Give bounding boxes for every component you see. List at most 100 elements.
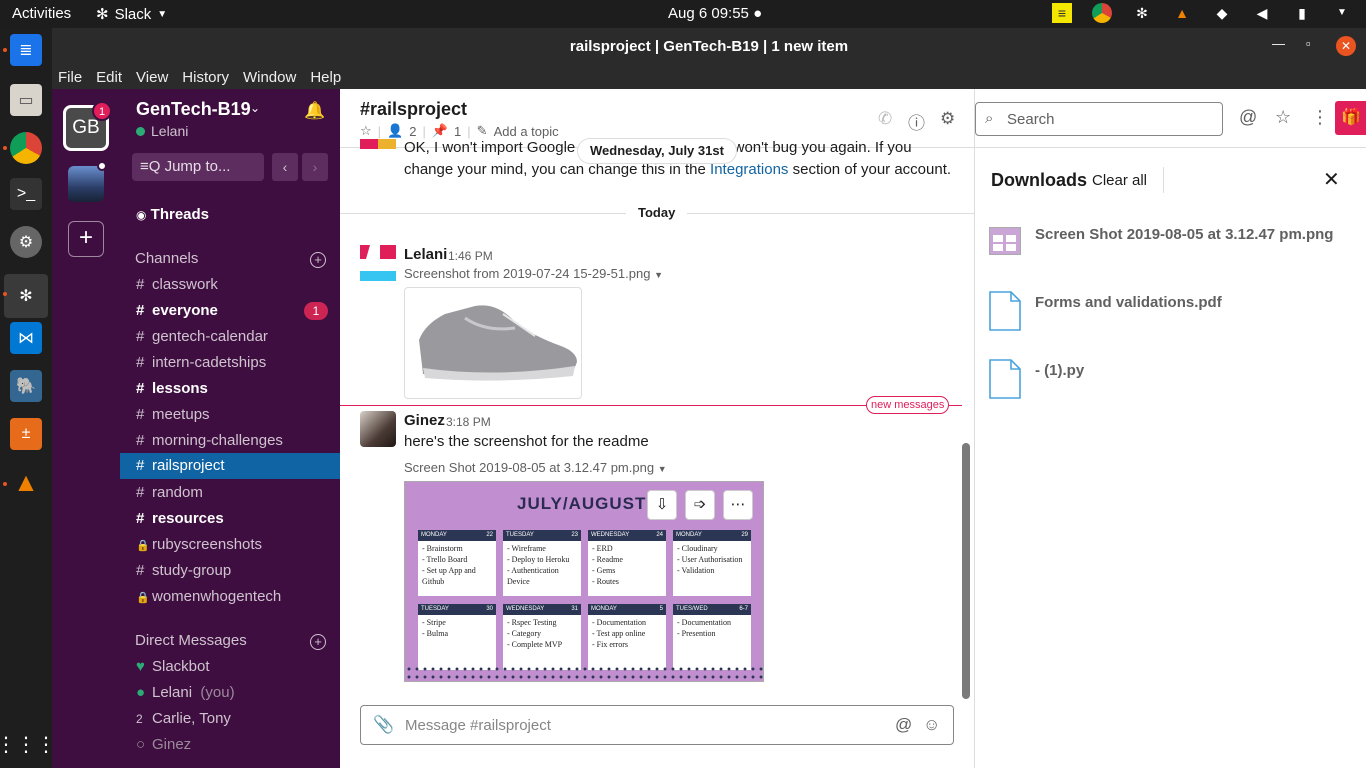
avatar-lelani[interactable] bbox=[360, 245, 396, 281]
info-icon[interactable]: ⓘ bbox=[908, 109, 925, 134]
clock[interactable]: Aug 6 09:55 ● bbox=[668, 5, 762, 22]
scrollbar[interactable] bbox=[962, 443, 970, 699]
date-pill[interactable]: Wednesday, July 31st bbox=[578, 139, 736, 163]
avatar-ginez[interactable] bbox=[360, 411, 396, 447]
share-icon[interactable]: ➩ bbox=[685, 490, 715, 520]
message-time[interactable]: 3:18 PM bbox=[446, 415, 491, 429]
sidebar-item-study-group[interactable]: # study-group bbox=[120, 558, 340, 584]
more-vertical-icon[interactable]: ⋮ bbox=[1311, 107, 1329, 128]
message-time[interactable]: 1:46 PM bbox=[448, 249, 493, 263]
sidebar-item-intern-cadetships[interactable]: # intern-cadetships bbox=[120, 350, 340, 376]
image-attachment-shoe[interactable] bbox=[404, 287, 582, 399]
download-item[interactable]: - (1).py bbox=[989, 359, 1359, 399]
chevron-down-icon[interactable]: ⌄ bbox=[250, 101, 260, 115]
author-ginez[interactable]: Ginez bbox=[404, 412, 445, 429]
chrome-icon[interactable] bbox=[1092, 3, 1112, 23]
members-icon[interactable]: 👤 bbox=[387, 123, 403, 139]
file-name[interactable]: Screen Shot 2019-08-05 at 3.12.47 pm.png… bbox=[404, 460, 667, 475]
add-dm-icon[interactable]: + bbox=[310, 634, 326, 650]
vlc-dock-icon[interactable]: ▲ bbox=[10, 466, 42, 498]
integrations-link[interactable]: Integrations bbox=[710, 161, 788, 178]
close-window-icon[interactable]: ✕ bbox=[1336, 36, 1356, 56]
menu-view[interactable]: View bbox=[136, 69, 168, 86]
gear-icon[interactable]: ⚙ bbox=[940, 109, 955, 129]
bell-icon[interactable]: 🔔 bbox=[304, 101, 325, 121]
sidebar-item-lessons[interactable]: # lessons bbox=[120, 376, 340, 402]
menu-edit[interactable]: Edit bbox=[96, 69, 122, 86]
star-icon[interactable]: ☆ bbox=[360, 123, 372, 139]
slack-tray-icon[interactable]: ✻ bbox=[1132, 3, 1152, 23]
sidebar-item-meetups[interactable]: # meetups bbox=[120, 402, 340, 428]
sidebar-item-classwork[interactable]: # classwork bbox=[120, 272, 340, 298]
add-channel-icon[interactable]: + bbox=[310, 252, 326, 268]
dm-lelani[interactable]: ● Lelani (you) bbox=[120, 680, 340, 706]
volume-icon[interactable]: ◀ bbox=[1252, 3, 1272, 23]
activities-button[interactable]: Activities bbox=[12, 5, 71, 22]
author-lelani[interactable]: Lelani bbox=[404, 246, 447, 263]
phone-icon[interactable]: ✆ bbox=[878, 109, 892, 129]
star-icon[interactable]: ☆ bbox=[1275, 107, 1291, 128]
sidebar-item-everyone[interactable]: # everyone 1 bbox=[120, 298, 340, 324]
dm-ginez[interactable]: ○ Ginez bbox=[120, 732, 340, 758]
minimize-icon[interactable]: — bbox=[1272, 36, 1285, 51]
menu-help[interactable]: Help bbox=[310, 69, 341, 86]
app-menu[interactable]: ✻ Slack ▼ bbox=[96, 5, 167, 24]
sidebar-item-womenwhogentech[interactable]: 🔒 womenwhogentech bbox=[120, 584, 340, 610]
sidebar-item-morning-challenges[interactable]: # morning-challenges bbox=[120, 428, 340, 454]
forward-button[interactable]: › bbox=[302, 153, 328, 181]
file-name[interactable]: Screenshot from 2019-07-24 15-29-51.png … bbox=[404, 266, 663, 281]
close-icon[interactable]: ✕ bbox=[1323, 167, 1340, 192]
calendar-cell: TUESDAY 23- Wireframe - Deploy to Heroku … bbox=[503, 530, 581, 596]
clear-all-button[interactable]: Clear all bbox=[1092, 172, 1147, 189]
document-app-icon[interactable]: ≣ bbox=[10, 34, 42, 66]
sidebar-item-resources[interactable]: # resources bbox=[120, 506, 340, 532]
channel-title[interactable]: #railsproject bbox=[360, 99, 467, 120]
dm-slackbot[interactable]: ♥ Slackbot bbox=[120, 654, 340, 680]
gift-icon[interactable]: 🎁 bbox=[1335, 101, 1366, 135]
mention-icon[interactable]: @ bbox=[895, 715, 912, 735]
channel-prefix: # bbox=[136, 562, 145, 579]
dm-carlie-tony[interactable]: 2 Carlie, Tony bbox=[120, 706, 340, 732]
maximize-icon[interactable]: ▫ bbox=[1306, 36, 1311, 51]
back-button[interactable]: ‹ bbox=[272, 153, 298, 181]
jump-to-button[interactable]: ≡Q Jump to... bbox=[132, 153, 264, 181]
menu-file[interactable]: File bbox=[58, 69, 82, 86]
slack-dock-icon[interactable]: ✻ bbox=[4, 274, 48, 318]
menu-history[interactable]: History bbox=[182, 69, 229, 86]
more-icon[interactable]: ⋯ bbox=[723, 490, 753, 520]
message-composer[interactable]: 📎 Message #railsproject @ ☺ bbox=[360, 705, 954, 745]
files-icon[interactable]: ▭ bbox=[10, 84, 42, 116]
download-item[interactable]: Screen Shot 2019-08-05 at 3.12.47 pm.png bbox=[989, 223, 1359, 263]
download-item[interactable]: Forms and validations.pdf bbox=[989, 291, 1359, 331]
vscode-icon[interactable]: ⋈ bbox=[10, 322, 42, 354]
chevron-down-icon[interactable]: ▼ bbox=[1332, 3, 1352, 23]
add-workspace-button[interactable]: + bbox=[68, 221, 104, 257]
battery-icon[interactable]: ▮ bbox=[1292, 3, 1312, 23]
sidebar-item-rubyscreenshots[interactable]: 🔒 rubyscreenshots bbox=[120, 532, 340, 558]
calculator-icon[interactable]: ± bbox=[10, 418, 42, 450]
menu-window[interactable]: Window bbox=[243, 69, 296, 86]
workspace-2[interactable] bbox=[68, 166, 104, 202]
image-attachment-calendar[interactable]: JULY/AUGUST ⇩ ➩ ⋯ MONDAY 22 - Brainstorm -… bbox=[404, 481, 764, 682]
emoji-icon[interactable]: ☺ bbox=[923, 715, 940, 735]
show-apps-icon[interactable]: ⋮⋮⋮ bbox=[0, 728, 56, 760]
dm-header[interactable]: Direct Messages bbox=[135, 632, 247, 649]
sidebar-item-gentech-calendar[interactable]: # gentech-calendar bbox=[120, 324, 340, 350]
postgres-icon[interactable]: 🐘 bbox=[10, 370, 42, 402]
chrome-icon[interactable] bbox=[10, 132, 42, 164]
sidebar-item-railsproject[interactable]: # railsproject bbox=[120, 453, 340, 479]
paperclip-icon[interactable]: 📎 bbox=[373, 715, 394, 735]
channels-header[interactable]: Channels bbox=[135, 250, 198, 267]
message-input[interactable]: Message #railsproject bbox=[405, 717, 551, 734]
vlc-icon[interactable]: ▲ bbox=[1172, 3, 1192, 23]
search-input[interactable]: ⌕ Search bbox=[975, 102, 1223, 136]
threads-link[interactable]: ◉ Threads bbox=[136, 206, 209, 223]
mentions-icon[interactable]: @ bbox=[1239, 107, 1257, 128]
settings-icon[interactable]: ⚙ bbox=[10, 226, 42, 258]
workspace-name[interactable]: GenTech-B19 bbox=[136, 99, 251, 120]
notes-icon[interactable]: ≡ bbox=[1052, 3, 1072, 23]
sidebar-item-random[interactable]: # random bbox=[120, 480, 340, 506]
terminal-icon[interactable]: >_ bbox=[10, 178, 42, 210]
download-icon[interactable]: ⇩ bbox=[647, 490, 677, 520]
wifi-icon[interactable]: ◆ bbox=[1212, 3, 1232, 23]
